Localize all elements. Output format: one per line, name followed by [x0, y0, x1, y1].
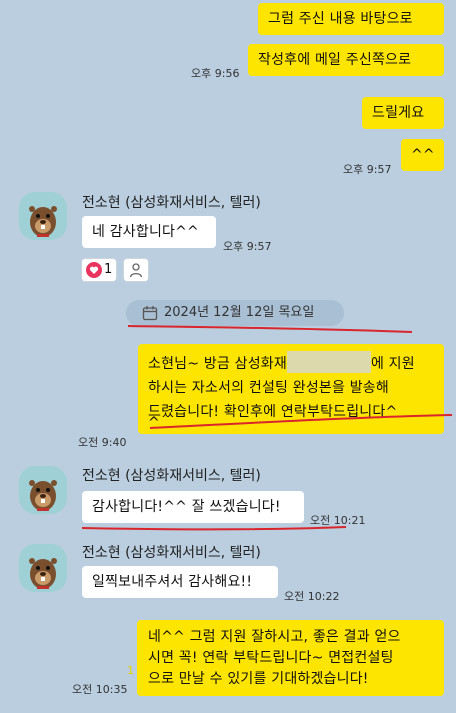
beaver-avatar-icon: [29, 558, 57, 589]
message-text: 네^^ 그럼 지원 잘하시고, 좋은 결과 얻으: [148, 629, 401, 645]
beaver-avatar-icon: [29, 480, 57, 511]
message-time: 오전 10:35: [72, 683, 128, 696]
message-text: 소현님~ 방금 삼성화재: [148, 356, 287, 372]
date-text: 2024년 12월 12일 목요일: [164, 305, 315, 320]
message-bubble-sent[interactable]: ^^: [401, 139, 444, 171]
redacted-area: [286, 351, 371, 373]
message-text: 시면 꼭! 연락 부탁드립니다~ 면접컨설팅: [148, 650, 394, 666]
avatar[interactable]: [19, 466, 67, 514]
message-bubble-sent[interactable]: 소현님~ 방금 삼성화재 에 지원 하시는 자소서의 컨설팅 완성본을 발송해 드…: [138, 344, 444, 434]
message-time: 오후 9:57: [223, 240, 272, 253]
message-bubble-received[interactable]: 감사합니다!^^ 잘 쓰겠습니다!: [82, 491, 304, 523]
message-time: 오전 9:40: [78, 436, 127, 449]
avatar[interactable]: [19, 544, 67, 592]
message-text: 하시는 자소서의 컨설팅 완성본을 발송해: [148, 380, 389, 396]
message-bubble-sent[interactable]: 네^^ 그럼 지원 잘하시고, 좋은 결과 얻으 시면 꼭! 연락 부탁드립니다…: [137, 620, 444, 696]
unread-count: 1: [127, 664, 134, 677]
sender-name: 전소현 (삼성화재서비스, 텔러): [82, 195, 261, 211]
message-bubble-sent[interactable]: 그럼 주신 내용 바탕으로: [258, 3, 444, 35]
avatar[interactable]: [19, 192, 67, 240]
heart-reaction-button[interactable]: 1: [81, 258, 117, 282]
message-bubble-received[interactable]: 네 감사합니다^^: [82, 216, 216, 248]
message-time: 오전 10:22: [284, 590, 340, 603]
person-icon: [129, 263, 143, 278]
date-separator: 2024년 12월 12일 목요일: [126, 300, 344, 326]
message-bubble-sent[interactable]: 작성후에 메일 주신쪽으로: [248, 44, 444, 76]
message-bubble-received[interactable]: 일찍보내주셔서 감사해요!!: [82, 566, 278, 598]
message-text: 드렸습니다! 확인후에 연락부탁드립니다^: [148, 404, 398, 420]
sender-name: 전소현 (삼성화재서비스, 텔러): [82, 545, 261, 561]
message-bubble-sent[interactable]: 드릴게요: [362, 97, 444, 129]
message-time: 오후 9:56: [191, 67, 240, 80]
message-time: 오전 10:21: [310, 514, 366, 527]
add-reaction-button[interactable]: [123, 258, 149, 282]
calendar-icon: [142, 306, 158, 321]
sender-name: 전소현 (삼성화재서비스, 텔러): [82, 468, 261, 484]
message-time: 오후 9:57: [343, 163, 392, 176]
heart-icon: [86, 262, 102, 278]
message-text: ^: [148, 415, 160, 431]
message-text: 으로 만날 수 있기를 기대하겠습니다!: [148, 671, 369, 687]
beaver-avatar-icon: [29, 206, 57, 237]
message-text: 에 지원: [370, 356, 415, 372]
reaction-count: 1: [104, 262, 113, 277]
